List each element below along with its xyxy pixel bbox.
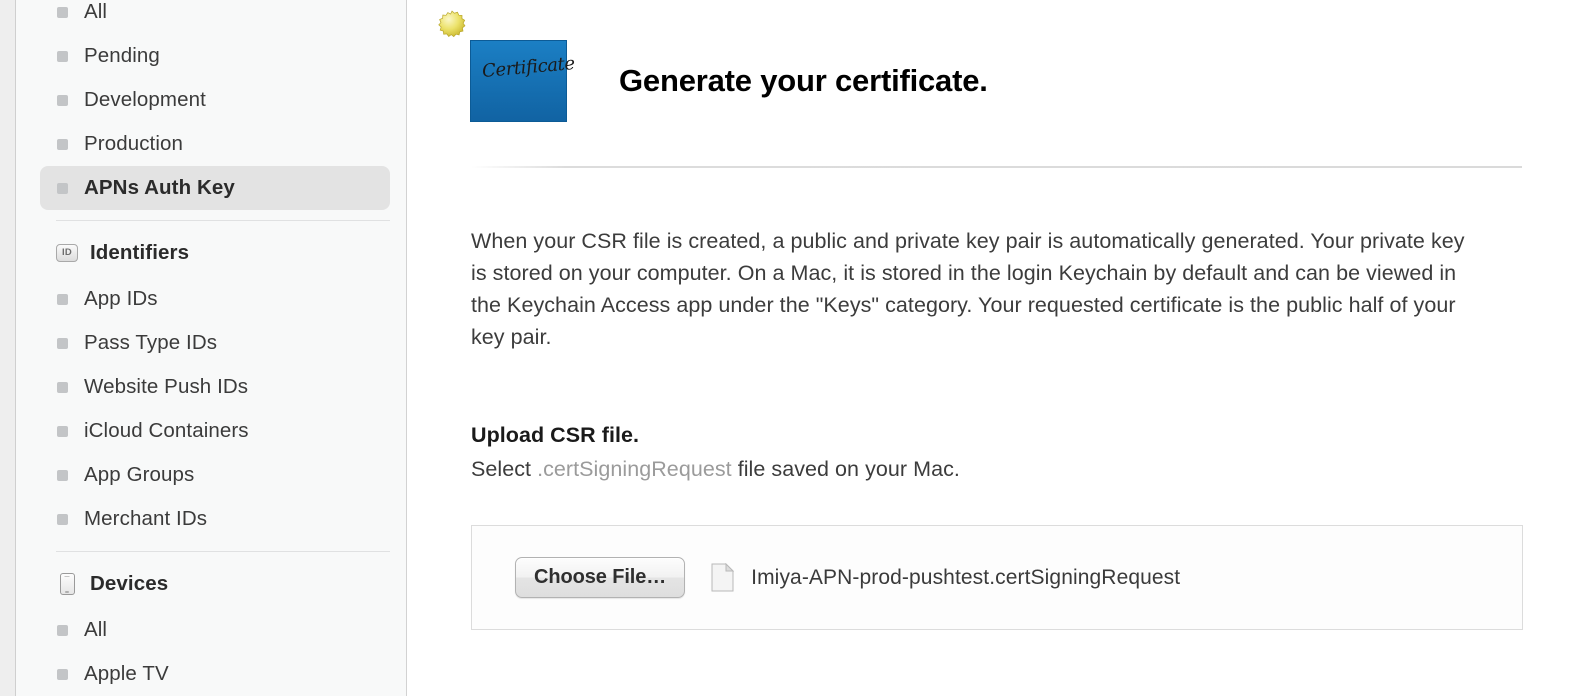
sidebar-divider <box>56 220 390 221</box>
file-upload-dropzone[interactable]: Choose File… Imiya-APN-prod-pushtest.cer… <box>471 525 1523 630</box>
sidebar-item-label: Production <box>84 131 184 155</box>
selected-file-name: Imiya-APN-prod-pushtest.certSigningReque… <box>751 565 1181 589</box>
upload-subtext-prefix: Select <box>471 457 538 481</box>
bullet-icon <box>57 293 68 305</box>
sidebar-item-all-devices[interactable]: All <box>40 608 390 652</box>
bullet-icon <box>57 425 68 437</box>
sidebar-divider <box>56 551 390 552</box>
bullet-icon <box>57 513 68 525</box>
sidebar-group-identifiers: ID Identifiers App IDs Pass Type IDs Web… <box>16 231 406 541</box>
bullet-icon <box>57 50 68 62</box>
bullet-icon <box>57 182 68 194</box>
sidebar-item-label: App IDs <box>84 286 158 310</box>
id-badge-icon: ID <box>56 242 78 264</box>
sidebar-item-apple-tv[interactable]: Apple TV <box>40 652 390 696</box>
sidebar-scroll-container[interactable]: All Pending Development Production APNs … <box>16 0 406 696</box>
sidebar-item-label: Apple TV <box>84 661 169 685</box>
sidebar-item-pass-type-ids[interactable]: Pass Type IDs <box>40 321 390 365</box>
document-file-icon <box>711 563 735 592</box>
bullet-icon <box>57 94 68 106</box>
sidebar-item-app-ids[interactable]: App IDs <box>40 277 390 321</box>
sidebar-section-label: Devices <box>90 572 169 595</box>
sidebar-item-production[interactable]: Production <box>40 122 390 166</box>
page-header: Certificate <box>438 10 1522 124</box>
sidebar-item-label: Development <box>84 87 206 111</box>
sidebar-section-label: Identifiers <box>90 241 190 264</box>
bullet-icon <box>57 337 68 349</box>
sidebar-item-label: All <box>84 617 108 641</box>
page-title: Generate your certificate. <box>619 63 988 98</box>
bullet-icon <box>57 6 68 18</box>
upload-subtext-suffix: file saved on your Mac. <box>731 457 960 481</box>
window-left-gutter <box>0 0 16 696</box>
main-content: Certificate <box>407 0 1570 696</box>
sidebar-item-label: Website Push IDs <box>84 374 249 398</box>
device-phone-icon <box>56 573 78 595</box>
id-badge-text: ID <box>56 244 78 262</box>
sidebar-item-pending[interactable]: Pending <box>40 34 390 78</box>
bullet-icon <box>57 469 68 481</box>
sidebar-item-label: Merchant IDs <box>84 506 208 530</box>
body-paragraph: When your CSR file is created, a public … <box>471 229 1465 349</box>
content-column: Certificate <box>407 0 1570 630</box>
sidebar-item-app-groups[interactable]: App Groups <box>40 453 390 497</box>
sidebar: All Pending Development Production APNs … <box>16 0 407 696</box>
app-root: All Pending Development Production APNs … <box>0 0 1570 696</box>
sidebar-item-label: iCloud Containers <box>84 418 249 442</box>
sidebar-item-icloud-containers[interactable]: iCloud Containers <box>40 409 390 453</box>
bullet-icon <box>57 668 68 680</box>
bullet-icon <box>57 624 68 636</box>
sidebar-item-all-certificates[interactable]: All <box>40 0 390 34</box>
sidebar-item-apns-auth-key[interactable]: APNs Auth Key <box>40 166 390 210</box>
bullet-icon <box>57 381 68 393</box>
upload-section-subtext: Select .certSigningRequest file saved on… <box>471 457 1522 482</box>
certificate-icon: Certificate <box>438 10 575 121</box>
sidebar-section-header-devices: Devices <box>16 562 406 606</box>
sidebar-item-label: APNs Auth Key <box>84 175 235 199</box>
sidebar-item-label: Pending <box>84 43 160 67</box>
sidebar-section-header-identifiers: ID Identifiers <box>16 231 406 275</box>
upload-section-heading: Upload CSR file. <box>471 423 640 447</box>
header-divider <box>471 166 1522 168</box>
bullet-icon <box>57 138 68 150</box>
sidebar-item-development[interactable]: Development <box>40 78 390 122</box>
sidebar-item-label: Pass Type IDs <box>84 330 218 354</box>
sidebar-group-devices: Devices All Apple TV <box>16 562 406 696</box>
sidebar-item-label: All <box>84 0 108 23</box>
sidebar-item-merchant-ids[interactable]: Merchant IDs <box>40 497 390 541</box>
sidebar-item-website-push-ids[interactable]: Website Push IDs <box>40 365 390 409</box>
choose-file-button[interactable]: Choose File… <box>515 557 686 598</box>
upload-subtext-extension: .certSigningRequest <box>537 457 732 481</box>
sidebar-group-certificates: All Pending Development Production APNs … <box>16 0 406 210</box>
sidebar-item-label: App Groups <box>84 462 195 486</box>
